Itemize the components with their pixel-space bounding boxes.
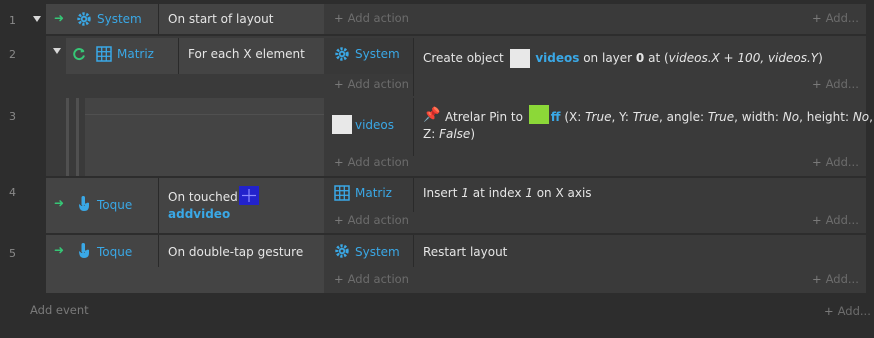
- condition-text[interactable]: On double-tap gesture: [168, 245, 303, 259]
- gear-icon: [77, 12, 91, 26]
- add-action-button[interactable]: + Add action: [334, 11, 409, 25]
- condition-object[interactable]: Toque: [97, 198, 132, 212]
- collapse-toggle-icon[interactable]: [53, 48, 61, 54]
- condition-object[interactable]: Toque: [97, 245, 132, 259]
- add-event-button[interactable]: Add event: [30, 303, 89, 317]
- collapse-toggle-icon[interactable]: [33, 16, 41, 22]
- divider: [158, 4, 159, 34]
- add-button[interactable]: + Add...: [812, 77, 859, 91]
- condition-text[interactable]: On start of layout: [168, 12, 273, 26]
- condition-object[interactable]: System: [97, 12, 142, 26]
- gear-icon: [335, 47, 349, 61]
- divider: [413, 178, 414, 212]
- condition-text[interactable]: For each X element: [188, 47, 305, 61]
- row-number: 5: [9, 247, 16, 260]
- object-thumbnail: [239, 186, 259, 205]
- row-number: 4: [9, 186, 16, 199]
- condition-object[interactable]: Matriz: [117, 47, 154, 61]
- touch-icon: [79, 243, 89, 258]
- trigger-arrow-icon: ➜: [54, 196, 65, 210]
- add-button[interactable]: + Add...: [812, 213, 859, 227]
- loop-icon: [73, 48, 85, 60]
- condition-text[interactable]: On touched: [168, 190, 238, 204]
- row-number: 1: [9, 14, 16, 27]
- nesting-bar: [66, 98, 69, 176]
- event-sheet: { "rows": [ {"number": "1", "object": "S…: [0, 0, 874, 338]
- divider: [158, 235, 159, 267]
- object-thumbnail: [509, 49, 530, 68]
- condition-object-name[interactable]: addvideo: [168, 207, 230, 221]
- row-number: 2: [9, 48, 16, 61]
- divider: [413, 38, 414, 96]
- action-text[interactable]: Restart layout: [423, 245, 507, 259]
- add-action-button[interactable]: + Add action: [334, 213, 409, 227]
- condition-area-empty[interactable]: [85, 98, 324, 176]
- add-action-button[interactable]: + Add action: [334, 77, 409, 91]
- add-button[interactable]: + Add...: [824, 304, 871, 318]
- divider: [413, 98, 414, 156]
- action-text[interactable]: Create object videos on layer 0 at (vide…: [423, 49, 823, 68]
- divider: [413, 235, 414, 267]
- add-action-button[interactable]: + Add action: [334, 155, 409, 169]
- trigger-arrow-icon: ➜: [54, 11, 65, 25]
- object-thumbnail: [332, 115, 352, 134]
- gear-icon: [335, 244, 349, 258]
- row-number: 3: [9, 110, 16, 123]
- divider: [85, 114, 324, 115]
- grid-icon: [96, 46, 112, 62]
- add-button[interactable]: + Add...: [812, 272, 859, 286]
- divider: [158, 178, 159, 233]
- add-action-button[interactable]: + Add action: [334, 272, 409, 286]
- action-text-line2[interactable]: Z: False): [423, 127, 475, 141]
- action-object[interactable]: System: [355, 245, 400, 259]
- action-text[interactable]: Insert 1 at index 1 on X axis: [423, 186, 592, 200]
- divider: [178, 38, 179, 74]
- add-button[interactable]: + Add...: [812, 11, 859, 25]
- action-object[interactable]: Matriz: [355, 186, 392, 200]
- trigger-arrow-icon: ➜: [54, 243, 65, 257]
- action-object[interactable]: System: [355, 47, 400, 61]
- nesting-bar: [76, 98, 79, 176]
- pin-icon: 📌: [423, 107, 441, 123]
- add-button[interactable]: + Add...: [812, 155, 859, 169]
- action-text-line1[interactable]: Atrelar Pin to ff (X: True, Y: True, ang…: [445, 105, 873, 124]
- object-thumbnail: [528, 105, 549, 124]
- grid-icon: [334, 185, 350, 201]
- action-object[interactable]: videos: [355, 118, 394, 132]
- touch-icon: [79, 196, 89, 211]
